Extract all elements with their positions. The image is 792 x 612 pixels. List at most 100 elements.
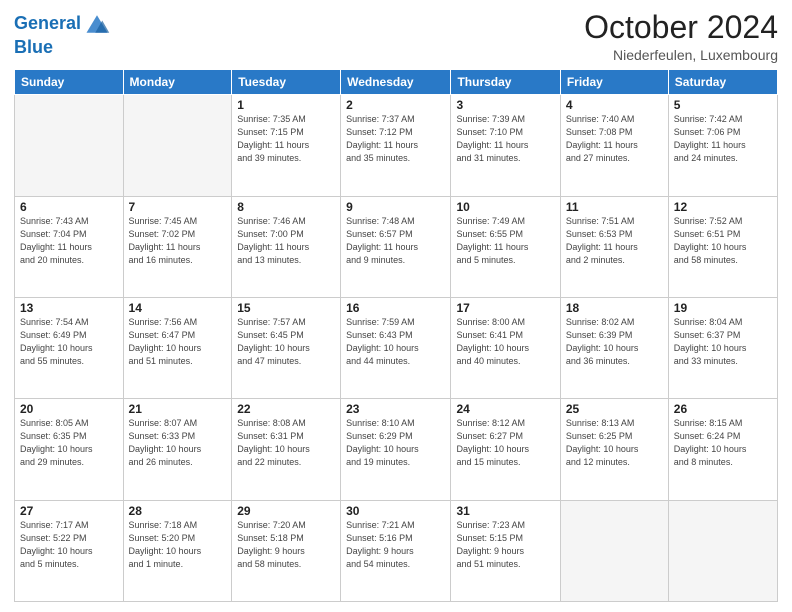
day-number: 28 bbox=[129, 504, 227, 518]
day-detail: Sunrise: 8:10 AM Sunset: 6:29 PM Dayligh… bbox=[346, 417, 445, 469]
calendar-day-20: 20Sunrise: 8:05 AM Sunset: 6:35 PM Dayli… bbox=[15, 399, 124, 500]
day-detail: Sunrise: 8:07 AM Sunset: 6:33 PM Dayligh… bbox=[129, 417, 227, 469]
calendar-day-4: 4Sunrise: 7:40 AM Sunset: 7:08 PM Daylig… bbox=[560, 95, 668, 196]
day-number: 6 bbox=[20, 200, 118, 214]
day-detail: Sunrise: 8:04 AM Sunset: 6:37 PM Dayligh… bbox=[674, 316, 772, 368]
calendar-day-10: 10Sunrise: 7:49 AM Sunset: 6:55 PM Dayli… bbox=[451, 196, 560, 297]
location: Niederfeulen, Luxembourg bbox=[584, 47, 778, 63]
calendar-day-14: 14Sunrise: 7:56 AM Sunset: 6:47 PM Dayli… bbox=[123, 297, 232, 398]
day-detail: Sunrise: 7:51 AM Sunset: 6:53 PM Dayligh… bbox=[566, 215, 663, 267]
day-detail: Sunrise: 8:15 AM Sunset: 6:24 PM Dayligh… bbox=[674, 417, 772, 469]
day-detail: Sunrise: 7:52 AM Sunset: 6:51 PM Dayligh… bbox=[674, 215, 772, 267]
calendar-day-16: 16Sunrise: 7:59 AM Sunset: 6:43 PM Dayli… bbox=[341, 297, 451, 398]
calendar-day-7: 7Sunrise: 7:45 AM Sunset: 7:02 PM Daylig… bbox=[123, 196, 232, 297]
day-number: 8 bbox=[237, 200, 335, 214]
day-number: 19 bbox=[674, 301, 772, 315]
month-title: October 2024 bbox=[584, 10, 778, 45]
day-number: 11 bbox=[566, 200, 663, 214]
calendar-day-26: 26Sunrise: 8:15 AM Sunset: 6:24 PM Dayli… bbox=[668, 399, 777, 500]
day-detail: Sunrise: 8:05 AM Sunset: 6:35 PM Dayligh… bbox=[20, 417, 118, 469]
weekday-header-monday: Monday bbox=[123, 70, 232, 95]
day-detail: Sunrise: 7:54 AM Sunset: 6:49 PM Dayligh… bbox=[20, 316, 118, 368]
day-detail: Sunrise: 7:20 AM Sunset: 5:18 PM Dayligh… bbox=[237, 519, 335, 571]
logo-general: General bbox=[14, 13, 81, 33]
calendar-day-9: 9Sunrise: 7:48 AM Sunset: 6:57 PM Daylig… bbox=[341, 196, 451, 297]
calendar-day-6: 6Sunrise: 7:43 AM Sunset: 7:04 PM Daylig… bbox=[15, 196, 124, 297]
day-detail: Sunrise: 8:00 AM Sunset: 6:41 PM Dayligh… bbox=[456, 316, 554, 368]
day-detail: Sunrise: 7:43 AM Sunset: 7:04 PM Dayligh… bbox=[20, 215, 118, 267]
title-block: October 2024 Niederfeulen, Luxembourg bbox=[584, 10, 778, 63]
day-detail: Sunrise: 7:46 AM Sunset: 7:00 PM Dayligh… bbox=[237, 215, 335, 267]
day-number: 18 bbox=[566, 301, 663, 315]
calendar-week-5: 27Sunrise: 7:17 AM Sunset: 5:22 PM Dayli… bbox=[15, 500, 778, 601]
page: General Blue October 2024 Niederfeulen, … bbox=[0, 0, 792, 612]
logo-text: General bbox=[14, 14, 81, 34]
day-number: 9 bbox=[346, 200, 445, 214]
day-number: 16 bbox=[346, 301, 445, 315]
day-number: 20 bbox=[20, 402, 118, 416]
day-number: 4 bbox=[566, 98, 663, 112]
day-number: 10 bbox=[456, 200, 554, 214]
day-number: 14 bbox=[129, 301, 227, 315]
day-detail: Sunrise: 7:18 AM Sunset: 5:20 PM Dayligh… bbox=[129, 519, 227, 571]
weekday-header-row: SundayMondayTuesdayWednesdayThursdayFrid… bbox=[15, 70, 778, 95]
calendar-day-5: 5Sunrise: 7:42 AM Sunset: 7:06 PM Daylig… bbox=[668, 95, 777, 196]
day-detail: Sunrise: 7:37 AM Sunset: 7:12 PM Dayligh… bbox=[346, 113, 445, 165]
calendar-day-25: 25Sunrise: 8:13 AM Sunset: 6:25 PM Dayli… bbox=[560, 399, 668, 500]
day-detail: Sunrise: 7:48 AM Sunset: 6:57 PM Dayligh… bbox=[346, 215, 445, 267]
day-number: 31 bbox=[456, 504, 554, 518]
day-number: 24 bbox=[456, 402, 554, 416]
calendar-day-21: 21Sunrise: 8:07 AM Sunset: 6:33 PM Dayli… bbox=[123, 399, 232, 500]
calendar-day-29: 29Sunrise: 7:20 AM Sunset: 5:18 PM Dayli… bbox=[232, 500, 341, 601]
calendar-day-15: 15Sunrise: 7:57 AM Sunset: 6:45 PM Dayli… bbox=[232, 297, 341, 398]
logo-icon bbox=[83, 10, 111, 38]
day-detail: Sunrise: 7:23 AM Sunset: 5:15 PM Dayligh… bbox=[456, 519, 554, 571]
calendar-day-11: 11Sunrise: 7:51 AM Sunset: 6:53 PM Dayli… bbox=[560, 196, 668, 297]
day-detail: Sunrise: 8:13 AM Sunset: 6:25 PM Dayligh… bbox=[566, 417, 663, 469]
day-detail: Sunrise: 8:12 AM Sunset: 6:27 PM Dayligh… bbox=[456, 417, 554, 469]
day-number: 26 bbox=[674, 402, 772, 416]
day-detail: Sunrise: 7:42 AM Sunset: 7:06 PM Dayligh… bbox=[674, 113, 772, 165]
day-number: 21 bbox=[129, 402, 227, 416]
calendar-day-19: 19Sunrise: 8:04 AM Sunset: 6:37 PM Dayli… bbox=[668, 297, 777, 398]
weekday-header-sunday: Sunday bbox=[15, 70, 124, 95]
calendar-header: SundayMondayTuesdayWednesdayThursdayFrid… bbox=[15, 70, 778, 95]
day-number: 3 bbox=[456, 98, 554, 112]
day-detail: Sunrise: 7:40 AM Sunset: 7:08 PM Dayligh… bbox=[566, 113, 663, 165]
calendar-day-23: 23Sunrise: 8:10 AM Sunset: 6:29 PM Dayli… bbox=[341, 399, 451, 500]
day-number: 29 bbox=[237, 504, 335, 518]
day-number: 1 bbox=[237, 98, 335, 112]
day-number: 15 bbox=[237, 301, 335, 315]
calendar-day-17: 17Sunrise: 8:00 AM Sunset: 6:41 PM Dayli… bbox=[451, 297, 560, 398]
calendar-day-28: 28Sunrise: 7:18 AM Sunset: 5:20 PM Dayli… bbox=[123, 500, 232, 601]
calendar-empty bbox=[668, 500, 777, 601]
weekday-header-saturday: Saturday bbox=[668, 70, 777, 95]
day-number: 22 bbox=[237, 402, 335, 416]
day-number: 30 bbox=[346, 504, 445, 518]
day-detail: Sunrise: 7:49 AM Sunset: 6:55 PM Dayligh… bbox=[456, 215, 554, 267]
day-detail: Sunrise: 8:02 AM Sunset: 6:39 PM Dayligh… bbox=[566, 316, 663, 368]
day-detail: Sunrise: 7:59 AM Sunset: 6:43 PM Dayligh… bbox=[346, 316, 445, 368]
calendar-day-27: 27Sunrise: 7:17 AM Sunset: 5:22 PM Dayli… bbox=[15, 500, 124, 601]
day-detail: Sunrise: 7:35 AM Sunset: 7:15 PM Dayligh… bbox=[237, 113, 335, 165]
calendar-day-18: 18Sunrise: 8:02 AM Sunset: 6:39 PM Dayli… bbox=[560, 297, 668, 398]
logo: General Blue bbox=[14, 10, 111, 58]
weekday-header-wednesday: Wednesday bbox=[341, 70, 451, 95]
day-detail: Sunrise: 7:57 AM Sunset: 6:45 PM Dayligh… bbox=[237, 316, 335, 368]
weekday-header-thursday: Thursday bbox=[451, 70, 560, 95]
calendar-week-1: 1Sunrise: 7:35 AM Sunset: 7:15 PM Daylig… bbox=[15, 95, 778, 196]
day-number: 7 bbox=[129, 200, 227, 214]
day-number: 23 bbox=[346, 402, 445, 416]
calendar-week-3: 13Sunrise: 7:54 AM Sunset: 6:49 PM Dayli… bbox=[15, 297, 778, 398]
day-detail: Sunrise: 7:39 AM Sunset: 7:10 PM Dayligh… bbox=[456, 113, 554, 165]
day-number: 25 bbox=[566, 402, 663, 416]
day-number: 12 bbox=[674, 200, 772, 214]
weekday-header-friday: Friday bbox=[560, 70, 668, 95]
calendar-day-24: 24Sunrise: 8:12 AM Sunset: 6:27 PM Dayli… bbox=[451, 399, 560, 500]
day-number: 2 bbox=[346, 98, 445, 112]
logo-blue: Blue bbox=[14, 38, 53, 58]
calendar-day-31: 31Sunrise: 7:23 AM Sunset: 5:15 PM Dayli… bbox=[451, 500, 560, 601]
day-detail: Sunrise: 7:17 AM Sunset: 5:22 PM Dayligh… bbox=[20, 519, 118, 571]
calendar-day-22: 22Sunrise: 8:08 AM Sunset: 6:31 PM Dayli… bbox=[232, 399, 341, 500]
day-number: 17 bbox=[456, 301, 554, 315]
